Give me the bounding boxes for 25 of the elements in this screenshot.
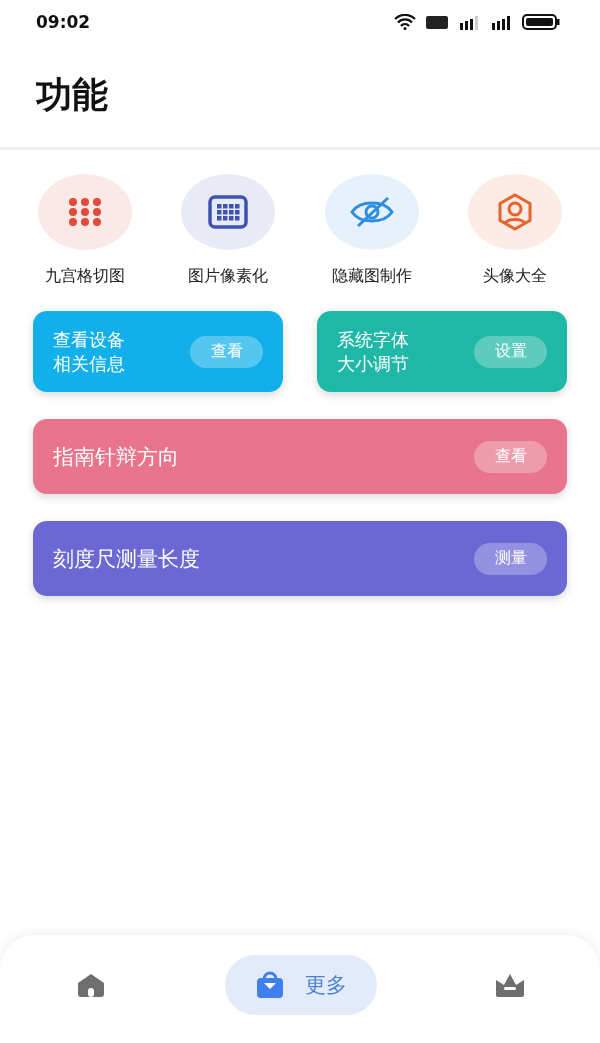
tool-label: 隐藏图制作 [331,266,412,287]
feature-card[interactable]: 刻度尺测量长度 测量 [33,521,567,596]
wifi-icon [394,14,416,30]
card-button[interactable]: 测量 [474,542,547,575]
feature-card[interactable]: 系统字体 大小调节 设置 [317,311,567,392]
signal-icon [490,14,512,30]
battery-icon [522,14,560,30]
crown-icon [494,972,527,998]
card-title: 刻度尺测量长度 [53,546,200,571]
nav-tab[interactable]: 更多 [225,955,377,1015]
card-title: 查看设备 相关信息 [53,327,125,376]
card-title: 指南针辩方向 [53,444,179,469]
feature-card[interactable]: 查看设备 相关信息 查看 [33,311,283,392]
page-title: 功能 [36,73,108,117]
status-time: 09:02 [36,12,91,32]
feature-card[interactable]: 指南针辩方向 查看 [33,419,567,494]
card-button[interactable]: 设置 [474,335,547,368]
tool-label: 九宫格切图 [44,266,125,287]
card-button[interactable]: 查看 [474,440,547,473]
card-title: 系统字体 大小调节 [337,327,409,376]
card-button[interactable]: 查看 [190,335,263,368]
bag-icon [255,971,285,999]
signal-icon [458,14,480,30]
tool-label: 图片像素化 [188,266,269,287]
tool-label: 头像大全 [483,266,548,287]
